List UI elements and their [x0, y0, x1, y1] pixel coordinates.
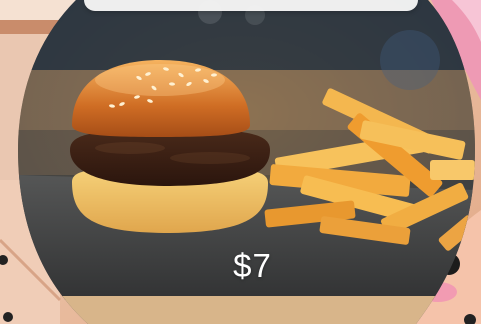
top-bar — [84, 0, 418, 11]
menu-item-screen: $7 — [0, 0, 481, 324]
price-label: $7 — [233, 247, 272, 284]
